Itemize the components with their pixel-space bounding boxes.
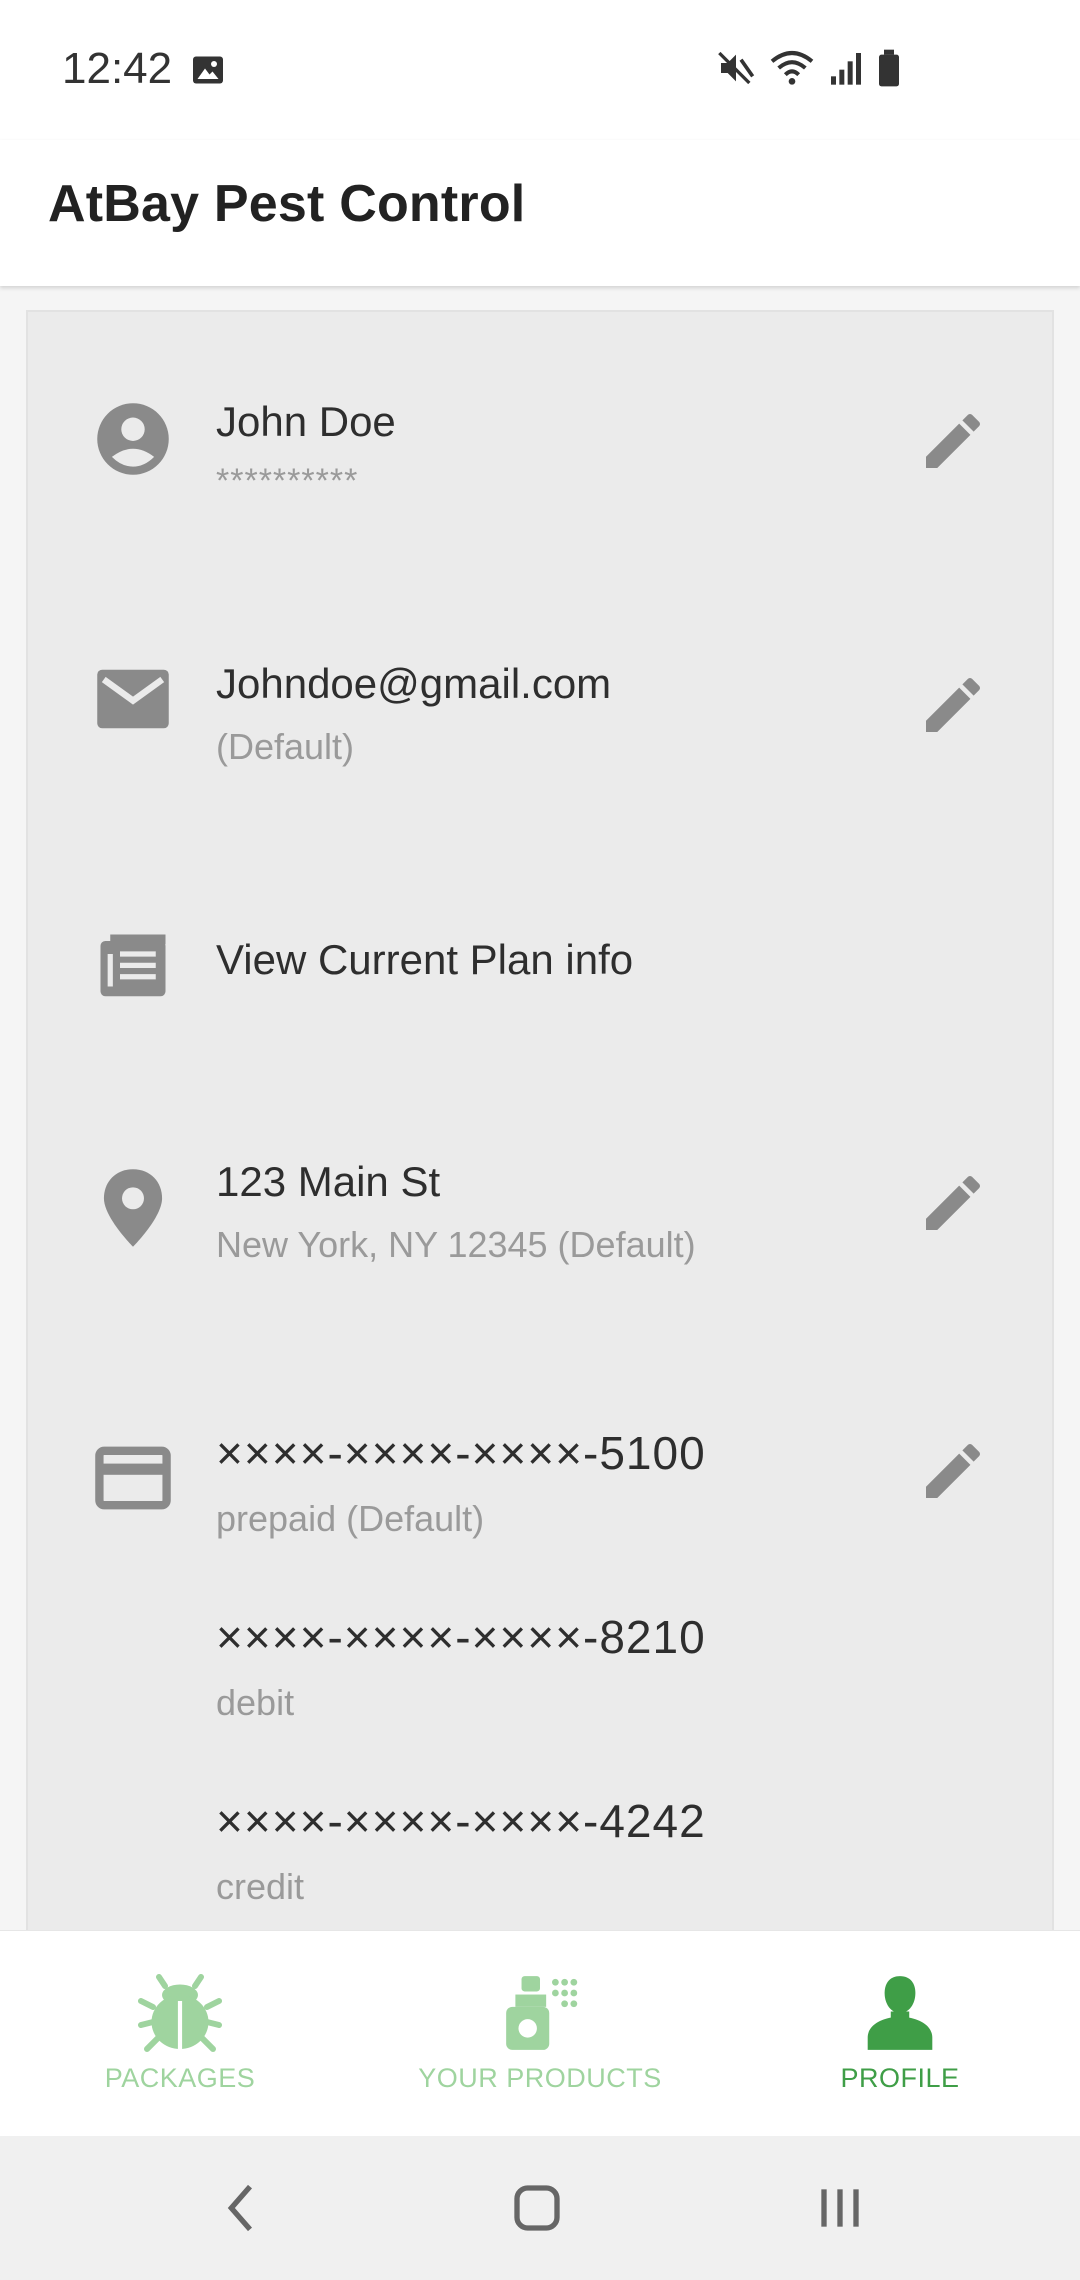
credit-card-icon: [94, 1446, 172, 1515]
address-line2: New York, NY 12345 (Default): [216, 1224, 696, 1265]
nav-profile[interactable]: PROFILE: [720, 1931, 1080, 2137]
nav-label: PROFILE: [840, 2063, 960, 2093]
account-circle-icon: [94, 400, 172, 483]
nav-your-products[interactable]: YOUR PRODUCTS: [360, 1931, 720, 2137]
mute-icon: [716, 48, 756, 93]
profile-name-row[interactable]: John Doe **********: [28, 376, 1052, 526]
password-mask: **********: [216, 462, 359, 500]
card-type: prepaid (Default): [216, 1498, 485, 1539]
edit-email-button[interactable]: [908, 660, 998, 750]
payment-card-item[interactable]: ××××-××××-××××-8210 debit: [216, 1610, 706, 1724]
profile-address-row[interactable]: 123 Main St New York, NY 12345 (Default): [28, 1146, 1052, 1296]
back-button[interactable]: [210, 2176, 274, 2245]
page-title: AtBay Pest Control: [48, 175, 526, 233]
edit-name-button[interactable]: [908, 396, 998, 486]
card-number: ××××-××××-××××-4242: [216, 1795, 706, 1847]
edit-address-button[interactable]: [908, 1158, 998, 1248]
status-icons: [716, 48, 902, 93]
view-plan-row[interactable]: View Current Plan info: [28, 912, 1052, 1032]
battery-icon: [876, 48, 902, 93]
payment-card-item[interactable]: ××××-××××-××××-4242 credit: [216, 1794, 706, 1908]
image-icon: [190, 52, 226, 93]
recents-icon: [821, 2189, 859, 2227]
edit-payment-button[interactable]: [908, 1426, 998, 1516]
status-time: 12:42: [62, 44, 173, 93]
back-chevron-icon: [227, 2184, 253, 2232]
pencil-icon: [926, 413, 981, 468]
nav-label: PACKAGES: [104, 2063, 256, 2093]
nav-label: YOUR PRODUCTS: [418, 2063, 662, 2093]
payment-methods-row[interactable]: ××××-××××-××××-5100 prepaid (Default) ××…: [28, 1412, 1052, 1930]
nav-packages[interactable]: PACKAGES: [0, 1931, 360, 2137]
card-number: ××××-××××-××××-8210: [216, 1611, 706, 1663]
address-line1: 123 Main St: [216, 1158, 441, 1205]
pencil-icon: [926, 677, 981, 732]
signal-icon: [828, 48, 864, 93]
profile-email-row[interactable]: Johndoe@gmail.com (Default): [28, 642, 1052, 792]
bottom-navigation: PACKAGES YOUR PRODUCTS PROFILE: [0, 1930, 1080, 2136]
profile-card: John Doe ********** Johndoe@gmail.com (D…: [26, 310, 1054, 1930]
bug-icon: [138, 1973, 222, 2058]
card-type: credit: [216, 1866, 305, 1907]
card-number: ××××-××××-××××-5100: [216, 1427, 706, 1479]
article-icon: [94, 928, 172, 1011]
email-default-label: (Default): [216, 726, 355, 767]
pencil-icon: [926, 1175, 981, 1230]
recents-button[interactable]: [808, 2176, 872, 2245]
app-bar: AtBay Pest Control: [0, 140, 1080, 286]
home-button[interactable]: [505, 2176, 569, 2245]
location-pin-icon: [100, 1166, 166, 1255]
system-navigation-bar: [0, 2136, 1080, 2280]
person-icon: [862, 1973, 938, 2058]
wifi-icon: [768, 48, 816, 93]
status-bar: 12:42: [0, 0, 1080, 140]
pencil-icon: [926, 1443, 981, 1498]
profile-name: John Doe: [216, 398, 396, 445]
card-type: debit: [216, 1682, 295, 1723]
view-plan-label: View Current Plan info: [216, 936, 634, 983]
email-address: Johndoe@gmail.com: [216, 660, 612, 707]
mail-icon: [94, 666, 172, 737]
spray-bottle-icon: [500, 1973, 580, 2058]
payment-card-item[interactable]: ××××-××××-××××-5100 prepaid (Default): [216, 1426, 706, 1540]
home-square-icon: [514, 2185, 560, 2231]
